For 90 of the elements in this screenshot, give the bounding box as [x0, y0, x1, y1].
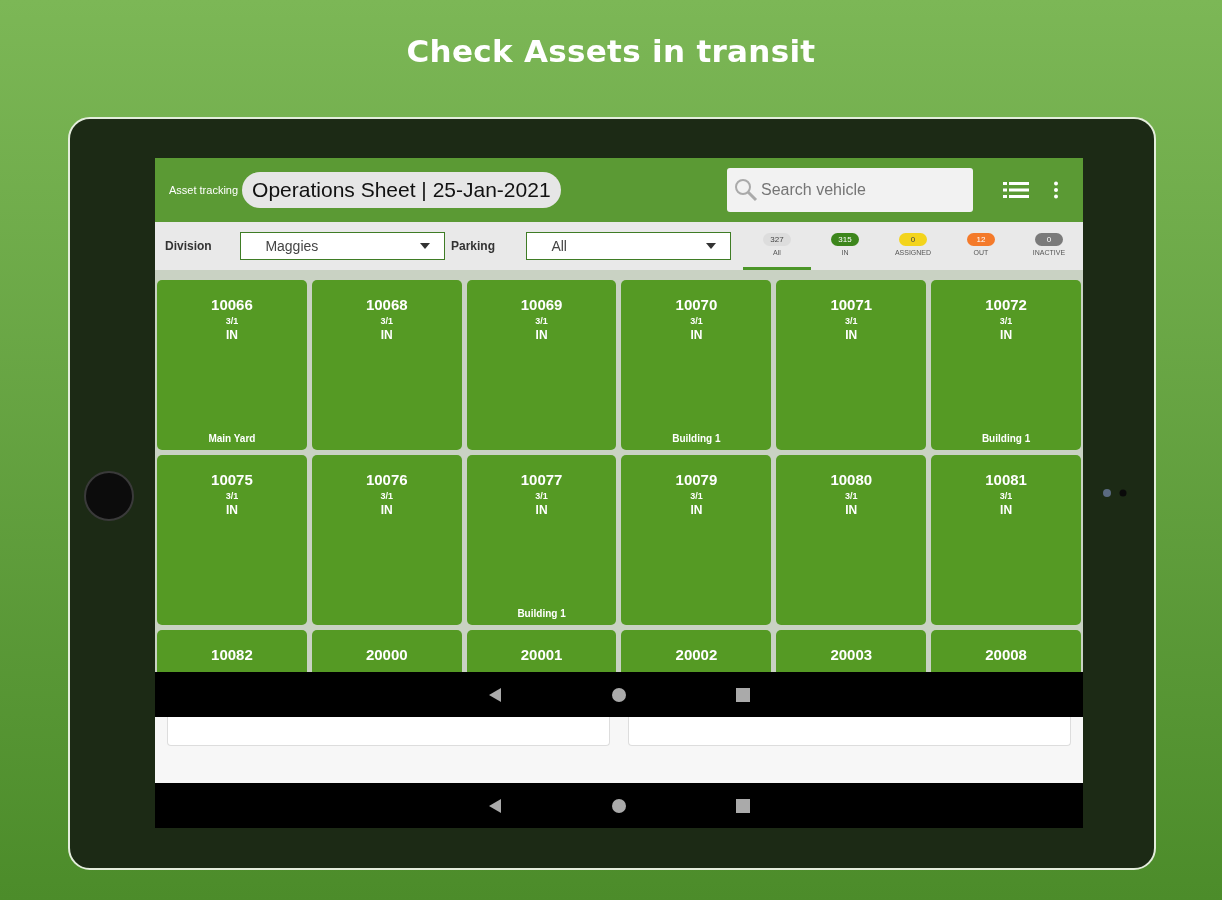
asset-ratio: 3/1: [690, 316, 703, 326]
asset-location: Building 1: [672, 433, 721, 444]
filter-dropdown[interactable]: Maggies: [240, 232, 445, 260]
recents-icon[interactable]: [735, 686, 751, 703]
asset-status: IN: [380, 503, 393, 517]
asset-ratio: 3/1: [535, 316, 548, 326]
count-badge: 315: [831, 233, 859, 246]
asset-tile[interactable]: 10076 3/1 IN: [311, 455, 462, 625]
asset-location: Building 1: [517, 608, 566, 619]
asset-ratio: 3/1: [225, 491, 239, 501]
asset-ratio: 3/1: [535, 491, 548, 501]
search-field[interactable]: Search vehicle: [727, 168, 973, 212]
asset-status: IN: [1000, 503, 1013, 517]
count-badge: 0: [899, 233, 927, 246]
asset-tile[interactable]: 20000: [311, 630, 462, 672]
caret-icon: [706, 243, 716, 249]
asset-number: 20001: [520, 646, 563, 663]
asset-tile[interactable]: 10075 3/1 IN: [157, 455, 307, 625]
asset-number: 20002: [675, 646, 718, 663]
filter-label: Parking: [451, 239, 496, 253]
caret-icon: [420, 243, 430, 249]
asset-number: 20008: [985, 646, 1027, 663]
asset-number: 10072: [985, 296, 1027, 313]
asset-tile[interactable]: 10080 3/1 IN: [776, 455, 927, 625]
sensor-dots-icon: [1102, 488, 1128, 498]
asset-status: IN: [535, 328, 548, 342]
filter-label: Division: [165, 239, 213, 253]
asset-tile[interactable]: 10072 3/1 IN Building 1: [931, 280, 1081, 450]
asset-tile[interactable]: 10081 3/1 IN: [931, 455, 1081, 625]
asset-number: 10066: [211, 296, 253, 313]
asset-number: 10077: [520, 471, 563, 488]
app-name: Asset tracking: [169, 184, 239, 196]
asset-number: 10071: [830, 296, 873, 313]
asset-tile[interactable]: 10082: [157, 630, 307, 672]
asset-number: 10068: [365, 296, 408, 313]
asset-tile[interactable]: 20008: [931, 630, 1081, 672]
back-icon[interactable]: [487, 686, 503, 703]
home-icon[interactable]: [611, 797, 627, 814]
asset-tile[interactable]: 10066 3/1 IN Main Yard: [157, 280, 307, 450]
asset-tile[interactable]: 20003: [776, 630, 927, 672]
count-badge: 12: [967, 233, 995, 246]
asset-status: IN: [225, 503, 238, 517]
asset-tile[interactable]: 10069 3/1 IN: [466, 280, 617, 450]
asset-status: IN: [845, 328, 858, 342]
asset-ratio: 3/1: [690, 491, 703, 501]
asset-ratio: 3/1: [380, 491, 393, 501]
asset-tile[interactable]: 10071 3/1 IN: [776, 280, 927, 450]
asset-status: IN: [690, 328, 703, 342]
asset-status: IN: [690, 503, 703, 517]
asset-tile[interactable]: 10070 3/1 IN Building 1: [621, 280, 772, 450]
asset-status: IN: [845, 503, 858, 517]
asset-status: IN: [535, 503, 548, 517]
asset-number: 10069: [520, 296, 563, 313]
more-options-icon[interactable]: [1053, 181, 1059, 199]
asset-tile[interactable]: 20001: [466, 630, 617, 672]
home-icon[interactable]: [611, 686, 627, 703]
asset-number: 10081: [985, 471, 1027, 488]
list-view-icon[interactable]: [1003, 180, 1029, 200]
count-badge: 0: [1035, 233, 1063, 246]
asset-status: IN: [380, 328, 393, 342]
asset-number: 10076: [365, 471, 408, 488]
back-icon[interactable]: [487, 797, 503, 814]
sheet-title: Operations Sheet | 25-Jan-2021: [242, 172, 561, 208]
asset-tile[interactable]: 10068 3/1 IN: [311, 280, 462, 450]
asset-ratio: 3/1: [845, 491, 858, 501]
asset-tile[interactable]: 20002: [621, 630, 772, 672]
asset-number: 20003: [830, 646, 873, 663]
asset-ratio: 3/1: [845, 316, 858, 326]
search-icon: [733, 177, 759, 203]
filter-dropdown[interactable]: All: [526, 232, 731, 260]
asset-status: IN: [1000, 328, 1013, 342]
asset-ratio: 3/1: [225, 316, 239, 326]
asset-number: 10080: [830, 471, 873, 488]
asset-number: 10082: [211, 646, 253, 663]
asset-tile[interactable]: 10079 3/1 IN: [621, 455, 772, 625]
promo-heading: Check Assets in transit: [405, 32, 817, 71]
asset-location: Main Yard: [208, 433, 256, 444]
asset-number: 10079: [675, 471, 718, 488]
asset-number: 10070: [675, 296, 718, 313]
asset-tile[interactable]: 10077 3/1 IN Building 1: [466, 455, 617, 625]
asset-number: 20000: [365, 646, 408, 663]
asset-location: Building 1: [981, 433, 1031, 444]
count-badge: 327: [763, 233, 791, 246]
camera-icon: [84, 471, 134, 521]
recents-icon[interactable]: [735, 797, 751, 814]
asset-status: IN: [225, 328, 238, 342]
asset-ratio: 3/1: [999, 491, 1013, 501]
asset-ratio: 3/1: [999, 316, 1013, 326]
asset-number: 10075: [211, 471, 253, 488]
asset-ratio: 3/1: [380, 316, 393, 326]
